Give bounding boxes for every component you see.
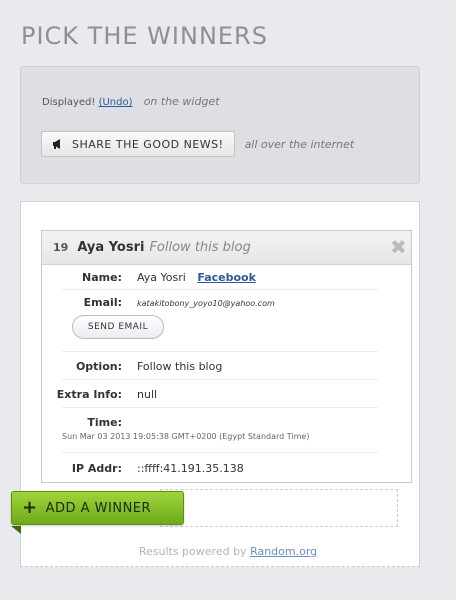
winner-card-header: 19 Aya Yosri Follow this blog ✖ [42,231,411,265]
share-row: SHARE THE GOOD NEWS! all over the intern… [41,131,354,157]
extra-info-value: null [137,388,158,401]
send-email-button[interactable]: SEND EMAIL [72,315,164,339]
option-value: Follow this blog [137,360,223,373]
ip-row: IP Addr: ::ffff:41.191.35.138 [62,453,378,483]
winner-number: 19 [53,241,69,254]
name-value: Aya Yosri [137,271,186,284]
add-winner-button[interactable]: + ADD A WINNER [11,491,184,525]
time-row: Time: [62,408,378,453]
close-icon[interactable]: ✖ [390,237,407,257]
facebook-link[interactable]: Facebook [197,271,256,284]
winner-name: Aya Yosri [77,240,145,255]
extra-info-row: Extra Info: null [57,380,378,408]
ip-value: ::ffff:41.191.35.138 [137,462,244,475]
add-winner-dropzone [160,489,398,527]
share-button-label: SHARE THE GOOD NEWS! [72,137,224,151]
powered-by: Results powered by Random.org [0,545,456,558]
name-row: Name: Aya Yosri Facebook [62,265,378,290]
internet-text: all over the internet [244,137,355,151]
widget-text: on the widget [143,95,220,108]
email-label: Email: [83,296,122,309]
plus-icon: + [22,497,38,518]
winner-option: Follow this blog [149,240,251,255]
option-label: Option: [75,360,122,373]
time-label: Time: [87,416,122,429]
time-value: Sun Mar 03 2013 19:05:38 GMT+0200 (Egypt… [62,432,310,441]
share-good-news-button[interactable]: SHARE THE GOOD NEWS! [41,131,235,157]
share-panel: Displayed! (Undo) on the widget SHARE TH… [20,66,420,184]
ip-label: IP Addr: [71,462,122,475]
random-org-link[interactable]: Random.org [250,545,317,558]
ribbon-fold [11,526,21,534]
megaphone-icon [52,138,64,150]
extra-info-label: Extra Info: [56,388,122,401]
displayed-text: Displayed! [42,97,96,108]
displayed-status: Displayed! (Undo) on the widget [42,95,220,108]
name-value-wrap: Aya Yosri Facebook [137,271,256,284]
email-value: katakitobony_yoyo10@yahoo.com [137,299,275,308]
name-label: Name: [82,271,122,284]
powered-text: Results powered by [138,545,247,558]
undo-link[interactable]: (Undo) [99,97,133,108]
option-row: Option: Follow this blog [62,352,378,380]
page-title: PICK THE WINNERS [21,22,268,50]
add-winner-label: ADD A WINNER [45,500,152,516]
winner-card: 19 Aya Yosri Follow this blog ✖ Name: Ay… [41,230,412,483]
